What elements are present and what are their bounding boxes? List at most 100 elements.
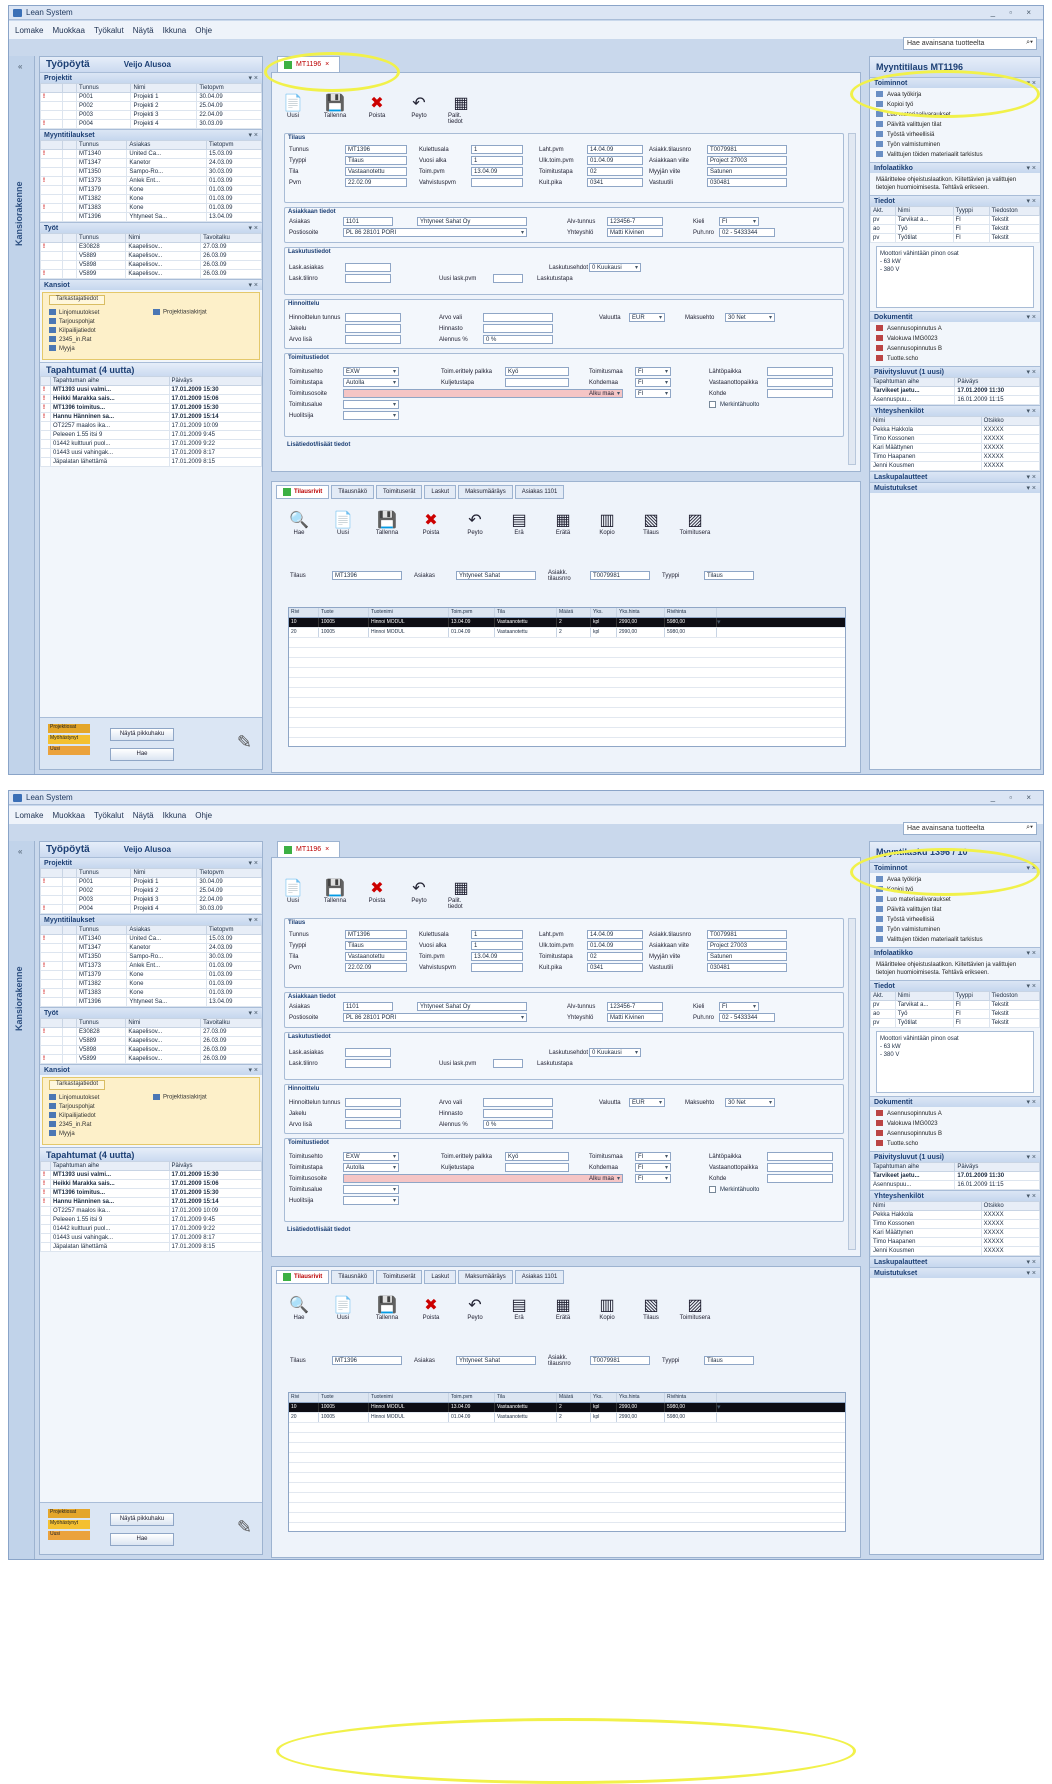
field-input[interactable]: Project 27003 bbox=[707, 156, 787, 165]
field-input[interactable]: 14.04.09 bbox=[587, 145, 643, 154]
folder-tree-strip[interactable]: «Kansiorakenne bbox=[9, 56, 35, 774]
vat-field[interactable]: 123456-7 bbox=[607, 1002, 663, 1011]
table-row[interactable]: ! MT1393 uusi valmi... 17.01.2009 15:30 bbox=[40, 1170, 262, 1180]
detail-toolbar-button[interactable]: ✖ Poista bbox=[418, 510, 444, 536]
section-controls-icon[interactable]: ▾ × bbox=[1026, 79, 1036, 87]
column-header[interactable]: Tuote bbox=[319, 1393, 369, 1402]
task-link[interactable]: Työstä virheellisiä bbox=[876, 130, 1034, 140]
table-row[interactable]: OT2257 maalos ika... 17.01.2009 10:09 bbox=[40, 1206, 262, 1216]
table-row[interactable]: P003 Projekti 3 22.04.09 bbox=[40, 895, 262, 905]
column-header[interactable]: Nimi bbox=[894, 206, 954, 216]
sales-orders-header[interactable]: Myyntitilaukset ▾ × bbox=[40, 914, 262, 925]
field-input[interactable] bbox=[505, 378, 569, 387]
task-link[interactable]: Valittujen töiden materiaalit tarkistus bbox=[876, 935, 1034, 945]
table-row[interactable]: Peleeen 1.55 itsi 9 17.01.2009 9:45 bbox=[40, 1215, 262, 1225]
toolbar-button[interactable]: ▦ Palit. tiedot bbox=[448, 93, 474, 125]
table-row[interactable]: 01443 uusi vahingak... 17.01.2009 8:17 bbox=[40, 1233, 262, 1243]
reminders-header[interactable]: Muistutukset ▾ × bbox=[870, 1267, 1040, 1278]
info-header[interactable]: Infolaatikko ▾ × bbox=[870, 947, 1040, 958]
detail-tab[interactable]: Tilausnäkö bbox=[331, 485, 375, 499]
detail-toolbar-button[interactable]: ▨ Toimitusera bbox=[680, 510, 711, 536]
column-header[interactable]: Tila bbox=[495, 608, 557, 617]
field-input[interactable]: Project 27003 bbox=[707, 941, 787, 950]
table-row[interactable]: P003 Projekti 3 22.04.09 bbox=[40, 110, 262, 120]
field-input[interactable]: 1 bbox=[471, 930, 523, 939]
column-header[interactable]: Yks.hinta bbox=[617, 608, 665, 617]
field-input[interactable] bbox=[345, 324, 401, 333]
field-input[interactable] bbox=[345, 1048, 391, 1057]
contacts-header[interactable]: Yhteyshenkilöt ▾ × bbox=[870, 1190, 1040, 1201]
folder-item[interactable]: 2345_in.Rat bbox=[49, 336, 99, 345]
table-row[interactable]: Tarvikeet jaetu... 17.01.2009 11:30 bbox=[870, 1171, 1040, 1181]
table-row[interactable]: ! Hannu Hänninen sa... 17.01.2009 15:14 bbox=[40, 1197, 262, 1207]
sales-orders-header[interactable]: Myyntitilaukset ▾ × bbox=[40, 129, 262, 140]
task-link[interactable]: Päivitä valittujen tilat bbox=[876, 905, 1034, 915]
field-input[interactable]: 0341 bbox=[587, 178, 643, 187]
detail-toolbar-button[interactable]: 🔍 Hae bbox=[286, 1295, 312, 1321]
section-controls-icon[interactable]: ▾ × bbox=[248, 859, 258, 867]
terms-select[interactable]: 0 Kuukausi bbox=[589, 263, 641, 272]
column-header[interactable]: Yks. bbox=[591, 608, 617, 617]
table-row[interactable]: ! V5899 Kaapelisov... 26.03.09 bbox=[40, 269, 262, 279]
table-row[interactable]: V5889 Kaapelisov... 26.03.09 bbox=[40, 251, 262, 261]
field-input[interactable] bbox=[345, 313, 401, 322]
table-row[interactable]: ! E30828 Kaapelisov... 27.03.09 bbox=[40, 1027, 262, 1037]
column-header[interactable]: Tila bbox=[495, 1393, 557, 1402]
column-header[interactable]: Tietopvm bbox=[206, 140, 262, 150]
table-row[interactable]: MT1396 Yhtyneet Sa... 13.04.09 bbox=[40, 212, 262, 222]
column-header[interactable]: Päiväys bbox=[954, 377, 1040, 387]
field-input[interactable]: Yhtyneet Sahat bbox=[456, 571, 536, 580]
column-header[interactable]: Tunnus bbox=[75, 140, 128, 150]
menu-item[interactable]: Ikkuna bbox=[163, 811, 187, 820]
detail-toolbar-button[interactable]: ▤ Erä bbox=[506, 510, 532, 536]
table-row[interactable]: ! MT1373 Anlek Ent... 01.03.09 bbox=[40, 961, 262, 971]
field-input[interactable]: 01.04.09 bbox=[587, 156, 643, 165]
folders-tab[interactable]: Tarkastajatiedot bbox=[49, 1080, 106, 1090]
column-header[interactable]: Asiakas bbox=[126, 140, 208, 150]
field-input[interactable] bbox=[345, 1120, 401, 1129]
detail-toolbar-button[interactable]: ▥ Kopio bbox=[594, 1295, 620, 1321]
field-input[interactable]: 13.04.09 bbox=[471, 952, 523, 961]
detail-toolbar-button[interactable]: ▧ Tilaus bbox=[638, 510, 664, 536]
doc-link[interactable]: Asennusopinnutus B bbox=[876, 344, 1034, 354]
column-header[interactable]: Tietopvm bbox=[196, 83, 262, 93]
folder-item[interactable]: Projektiasiakirjat bbox=[153, 1094, 207, 1101]
detail-tab[interactable]: Maksumääräys bbox=[458, 485, 513, 499]
field-input[interactable] bbox=[767, 1152, 833, 1161]
column-header[interactable]: Rivihinta bbox=[665, 608, 717, 617]
detail-tab[interactable]: Tilausrivit bbox=[276, 1270, 330, 1284]
table-row[interactable]: pv Tarvikat a... FI Tekstit bbox=[870, 215, 1040, 225]
column-header[interactable]: Tietopvm bbox=[206, 925, 262, 935]
document-tab[interactable]: MT1196 × bbox=[277, 841, 341, 857]
column-header[interactable]: Tuotenimi bbox=[369, 608, 449, 617]
field-input[interactable]: 13.04.09 bbox=[471, 167, 523, 176]
country-select[interactable]: FI bbox=[635, 367, 671, 376]
table-row[interactable]: MT1350 Sampo-Ro... 30.03.09 bbox=[40, 952, 262, 962]
table-row[interactable]: MT1382 Kone 01.03.09 bbox=[40, 194, 262, 204]
table-row[interactable]: ! V5899 Kaapelisov... 26.03.09 bbox=[40, 1054, 262, 1064]
field-input[interactable] bbox=[767, 389, 833, 398]
field-input[interactable]: Kyö bbox=[505, 1152, 569, 1161]
menu-item[interactable]: Näytä bbox=[133, 811, 154, 820]
folder-item[interactable]: Myyja bbox=[49, 345, 99, 354]
country-select[interactable]: FI bbox=[635, 1174, 671, 1183]
table-row[interactable]: ! E30828 Kaapelisov... 27.03.09 bbox=[40, 242, 262, 252]
section-controls-icon[interactable]: ▾ × bbox=[1026, 473, 1036, 481]
folder-item[interactable]: Myyja bbox=[49, 1130, 99, 1139]
field-input[interactable]: EXW bbox=[343, 1152, 399, 1161]
field-input[interactable]: T0079981 bbox=[590, 571, 650, 580]
detail-tab[interactable]: Toimituserät bbox=[376, 485, 423, 499]
table-row[interactable]: Jenni Kousmen XXXXX bbox=[870, 1246, 1040, 1256]
detail-toolbar-button[interactable]: ▦ Erätä bbox=[550, 510, 576, 536]
terms-select[interactable]: 0 Kuukausi bbox=[589, 1048, 641, 1057]
column-header[interactable]: Tapahtuman aihe bbox=[50, 376, 170, 386]
detail-toolbar-button[interactable]: ✖ Poista bbox=[418, 1295, 444, 1321]
table-row[interactable]: 01442 kulttuuri puol... 17.01.2009 9:22 bbox=[40, 439, 262, 449]
help-search-input[interactable]: Hae avainsana tuotteelta ⌕▾ bbox=[903, 37, 1037, 50]
table-row[interactable]: ! MT1396 toimitus... 17.01.2009 15:30 bbox=[40, 403, 262, 413]
menu-item[interactable]: Lomake bbox=[15, 811, 43, 820]
folder-item[interactable]: 2345_in.Rat bbox=[49, 1121, 99, 1130]
field-input[interactable]: Vastaanotettu bbox=[345, 167, 407, 176]
task-link[interactable]: Luo materiaalivaraukset bbox=[876, 895, 1034, 905]
column-header[interactable]: Toim.pvm bbox=[449, 1393, 495, 1402]
